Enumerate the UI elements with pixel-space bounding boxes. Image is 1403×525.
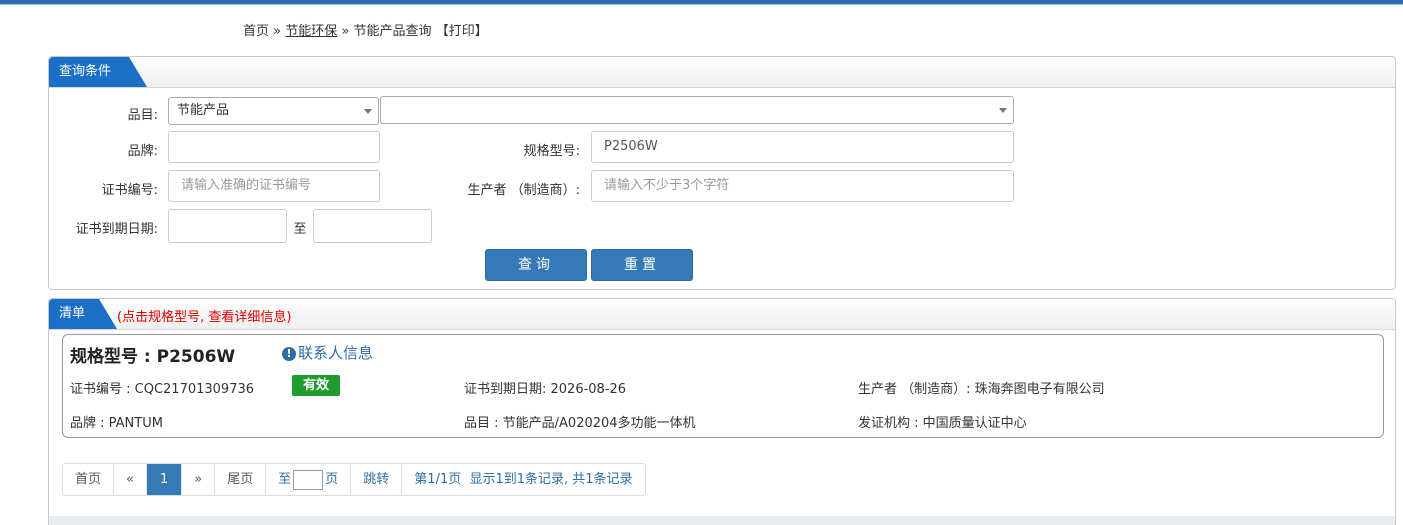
breadcrumb-separator: »: [341, 24, 350, 39]
manufacturer-value: 生产者 （制造商）: 珠海奔图电子有限公司: [858, 382, 1105, 397]
manufacturer-input[interactable]: 请输入不少于3个字符: [591, 170, 1014, 202]
list-panel-hint: (点击规格型号, 查看详细信息): [117, 310, 292, 325]
print-link[interactable]: 【打印】: [436, 24, 488, 39]
pagination: 首页 « 1 » 尾页 至页 跳转 第1/1页 显示1到1条记录, 共1条记录: [62, 463, 646, 496]
category-label: 品目:: [127, 108, 158, 123]
manufacturer-label: 生产者 （制造商）:: [467, 183, 580, 198]
goto-prefix: 至: [278, 472, 292, 487]
issuer-value: 发证机构 : 中国质量认证中心: [858, 416, 1027, 431]
category-select[interactable]: 节能产品: [168, 97, 379, 125]
breadcrumb-home[interactable]: 首页: [243, 24, 269, 39]
cert-no-label: 证书编号:: [101, 183, 158, 198]
list-panel-title: 清单: [49, 299, 117, 329]
query-panel-header: 查询条件: [49, 57, 1395, 88]
last-page-button[interactable]: 尾页: [215, 464, 267, 495]
result-card: [62, 334, 1384, 438]
breadcrumb: 首页 » 节能环保 » 节能产品查询 【打印】: [243, 20, 488, 39]
chevron-down-icon: [364, 109, 372, 114]
brand-label: 品牌:: [127, 144, 158, 159]
goto-suffix: 页: [325, 472, 339, 487]
subcategory-select[interactable]: [380, 96, 1014, 124]
breadcrumb-category-link[interactable]: 节能环保: [285, 24, 337, 39]
panel-footer-strip: [48, 516, 1396, 525]
model-heading-link[interactable]: 规格型号 : P2506W: [70, 342, 235, 367]
pagination-summary: 第1/1页 显示1到1条记录, 共1条记录: [414, 472, 633, 487]
expiry-to-label: 至: [293, 222, 307, 237]
brand-value: 品牌 : PANTUM: [70, 416, 163, 431]
prev-page-button[interactable]: «: [114, 464, 147, 495]
first-page-button[interactable]: 首页: [63, 464, 115, 495]
next-page-button[interactable]: »: [182, 464, 216, 495]
model-input[interactable]: P2506W: [591, 131, 1014, 163]
reset-button[interactable]: 重置: [591, 249, 693, 281]
cert-no-value: 证书编号 : CQC21701309736: [70, 382, 255, 397]
status-badge: 有效: [292, 375, 340, 396]
expiry-start-input[interactable]: [168, 209, 287, 243]
info-icon: !: [282, 347, 296, 361]
chevron-down-icon: [999, 108, 1007, 113]
expiry-value: 证书到期日期: 2026-08-26: [464, 382, 627, 397]
breadcrumb-separator: »: [273, 24, 282, 39]
jump-button[interactable]: 跳转: [351, 464, 403, 495]
brand-input[interactable]: [168, 131, 380, 163]
contact-info-label: 联系人信息: [298, 344, 374, 362]
breadcrumb-current: 节能产品查询: [353, 24, 432, 39]
search-button[interactable]: 查询: [485, 249, 587, 281]
expiry-label: 证书到期日期:: [75, 222, 158, 237]
goto-page-input[interactable]: [293, 469, 324, 490]
current-page-button[interactable]: 1: [146, 464, 183, 495]
list-panel-header: 清单 (点击规格型号, 查看详细信息): [49, 299, 1395, 330]
category-value: 品目 : 节能产品/A020204多功能一体机: [464, 416, 696, 431]
model-label: 规格型号:: [523, 144, 580, 159]
expiry-end-input[interactable]: [313, 209, 432, 243]
contact-info-link[interactable]: ! 联系人信息: [282, 342, 373, 363]
top-accent-bar: [0, 0, 1403, 5]
goto-page-control: 至页: [266, 464, 352, 495]
query-panel-title: 查询条件: [49, 57, 147, 87]
category-select-value: 节能产品: [177, 103, 230, 118]
cert-no-input[interactable]: 请输入准确的证书编号: [168, 170, 380, 202]
